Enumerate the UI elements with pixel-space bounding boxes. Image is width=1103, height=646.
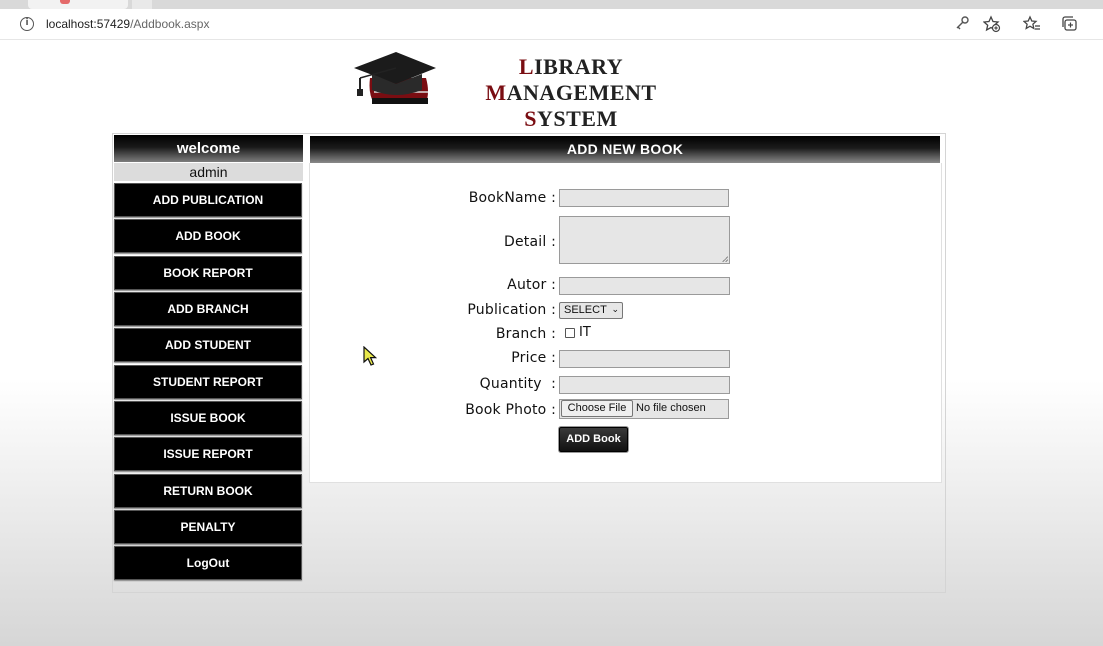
menu-return-book[interactable]: RETURN BOOK — [114, 474, 302, 508]
quantity-input[interactable] — [559, 376, 730, 394]
mouse-cursor-icon — [363, 345, 378, 366]
branch-it-label[interactable]: IT — [579, 325, 591, 340]
menu-add-publication[interactable]: ADD PUBLICATION — [114, 183, 302, 217]
key-icon[interactable] — [953, 15, 971, 33]
publication-select[interactable]: SELECT ⌄ — [559, 302, 623, 319]
menu-penalty[interactable]: PENALTY — [114, 510, 302, 544]
site-title: LIBRARY MANAGEMENT SYSTEM — [446, 54, 696, 132]
branch-it-checkbox[interactable] — [565, 328, 575, 338]
page-title: ADD NEW BOOK — [310, 136, 940, 163]
title-initial-l: L — [518, 54, 535, 79]
title-initial-s: S — [524, 106, 537, 131]
autor-input[interactable] — [559, 277, 730, 295]
choose-file-button[interactable]: Choose File — [561, 400, 633, 417]
bookname-label: BookName : — [468, 190, 556, 206]
menu-logout[interactable]: LogOut — [114, 546, 302, 580]
site-info-icon[interactable]: i — [20, 17, 34, 31]
branch-label: Branch : — [495, 326, 556, 342]
menu-add-student[interactable]: ADD STUDENT — [114, 328, 302, 362]
menu-add-branch[interactable]: ADD BRANCH — [114, 292, 302, 326]
title-word-anagement: ANAGEMENT — [506, 80, 657, 105]
title-initial-m: M — [485, 80, 507, 105]
chevron-down-icon: ⌄ — [611, 305, 619, 315]
detail-textarea[interactable] — [559, 216, 730, 264]
favorites-icon[interactable] — [1022, 15, 1041, 33]
publication-selected-value: SELECT — [564, 304, 607, 316]
menu-issue-book[interactable]: ISSUE BOOK — [114, 401, 302, 435]
detail-label: Detail : — [503, 234, 556, 250]
browser-tab-strip — [0, 0, 1103, 9]
file-status-text: No file chosen — [636, 402, 706, 414]
publication-label: Publication : — [467, 302, 556, 318]
address-bar: i localhost:57429/Addbook.aspx — [0, 9, 1103, 40]
title-word-ystem: YSTEM — [537, 106, 618, 131]
url-field[interactable]: localhost:57429/Addbook.aspx — [46, 17, 209, 31]
username-label: admin — [114, 163, 303, 181]
book-photo-label: Book Photo : — [465, 402, 556, 418]
menu-student-report[interactable]: STUDENT REPORT — [114, 365, 302, 399]
price-label: Price : — [511, 350, 556, 366]
menu-add-book[interactable]: ADD BOOK — [114, 219, 302, 253]
title-word-ibrary: IBRARY — [534, 54, 624, 79]
collections-icon[interactable] — [1060, 15, 1078, 33]
autor-label: Autor : — [507, 277, 556, 293]
resize-grip-icon[interactable] — [722, 256, 728, 262]
price-input[interactable] — [559, 350, 730, 368]
add-book-button[interactable]: ADD Book — [559, 427, 628, 452]
browser-tab-secondary[interactable] — [132, 0, 152, 9]
graduation-cap-logo-icon — [352, 48, 438, 110]
url-path: /Addbook.aspx — [130, 17, 210, 31]
quantity-label: Quantity : — [479, 376, 556, 392]
menu-book-report[interactable]: BOOK REPORT — [114, 256, 302, 290]
more-icon[interactable] — [1095, 15, 1103, 33]
url-host: localhost:57429 — [46, 17, 131, 31]
welcome-header: welcome — [114, 135, 303, 162]
favorite-add-icon[interactable] — [982, 15, 1001, 33]
menu-issue-report[interactable]: ISSUE REPORT — [114, 437, 302, 471]
tab-favicon-icon — [60, 0, 70, 4]
bookname-input[interactable] — [559, 189, 729, 207]
browser-tab[interactable] — [28, 0, 128, 9]
